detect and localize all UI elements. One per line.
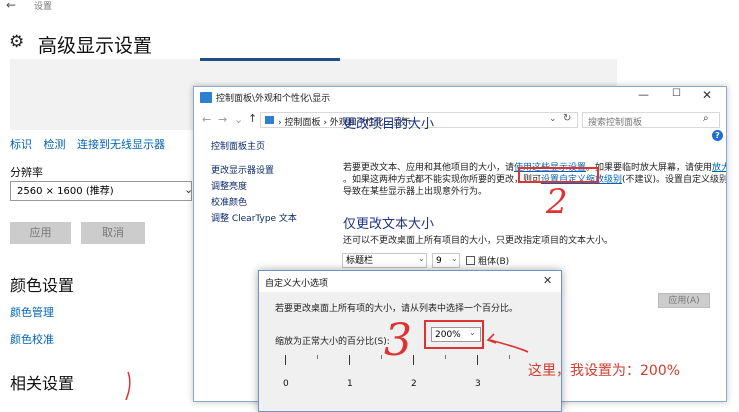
cancel-button[interactable]: 取消 [81,222,145,244]
close-icon[interactable]: ✕ [543,274,552,287]
up-arrow-icon[interactable]: ↑ [248,112,257,125]
item-dropdown[interactable]: 标题栏 [342,253,427,268]
ruler-tick [349,355,350,365]
help-icon[interactable]: ? [712,130,723,141]
bold-checkbox[interactable] [466,256,475,265]
text: (不建议)。设置自定义级别可能会 [622,175,726,185]
refresh-icon[interactable]: ↻ [563,113,571,124]
chevron-down-icon: ⌄ [418,254,425,263]
gear-icon: ⚙ [9,32,25,52]
ruler-minor-tick [381,355,382,359]
forward-arrow-icon[interactable]: → [218,113,227,126]
identify-link[interactable]: 标识 [10,138,32,151]
back-arrow-icon[interactable]: ← [6,0,16,12]
size-description-line3: 导致在某些显示器上出现意外行为。 [343,187,488,197]
search-placeholder: 搜索控制面板 [588,118,643,128]
control-panel-icon [265,116,274,124]
ruler-tick [285,355,286,365]
sidebar-item-brightness[interactable]: 调整亮度 [211,179,247,192]
ruler-label: 1 [347,379,353,389]
ruler-tick [413,355,414,365]
breadcrumb: 设置 [34,2,53,12]
page-title: 高级显示设置 [38,35,153,57]
back-arrow-icon[interactable]: ← [202,113,211,126]
ruler-tick [477,355,478,365]
ruler-minor-tick [317,355,318,359]
ruler-minor-tick [445,355,446,359]
related-settings-heading: 相关设置 [10,374,75,393]
chevron-down-icon: ⌄ [184,183,194,196]
control-panel-icon [200,92,212,103]
sidebar-item-calibrate-color[interactable]: 校准颜色 [211,195,247,208]
search-input[interactable]: 搜索控制面板 ⌕ [582,112,720,128]
display-links: 标识 检测 连接到无线显示器 [10,136,173,152]
color-management-link[interactable]: 颜色管理 [10,304,54,320]
annotation-note: 这里，我设置为：200% [528,363,681,379]
sidebar-item-cleartype[interactable]: 调整 ClearType 文本 [211,211,297,224]
ruler-minor-tick [509,355,510,359]
heading-change-size: 更改项目的大小 [343,117,435,132]
ruler-label: 0 [283,379,289,389]
dialog-titlebar[interactable]: 自定义大小选项 ✕ [259,271,561,292]
display-preview-monitor[interactable] [200,58,340,61]
maximize-icon[interactable]: ☐ [672,88,681,99]
annotation-highlight-custom-scaling [518,167,599,183]
sidebar-item-display-settings[interactable]: 更改显示器设置 [211,163,274,176]
custom-sizing-dialog: 自定义大小选项 ✕ 若要更改桌面上所有项的大小，请从列表中选择一个百分比。 缩放… [258,270,562,412]
annotation-stroke [125,371,131,400]
minimize-icon[interactable]: — [638,88,649,101]
sidebar-item-home[interactable]: 控制面板主页 [211,139,265,152]
scale-ruler[interactable]: 0 1 2 3 [279,355,551,395]
apply-button[interactable]: 应用 [10,222,71,244]
annotation-highlight-200-percent [424,320,484,349]
window-title: 控制面板\外观和个性化\显示 [216,94,331,104]
chevron-down-icon: ⌄ [451,254,458,263]
chevron-down-icon[interactable]: ⌄ [549,114,557,124]
color-calibration-link[interactable]: 颜色校准 [10,331,54,347]
scale-percent-label: 缩放为正常大小的百分比(S): [275,337,390,347]
resolution-dropdown[interactable]: 2560 × 1600 (推荐) [10,181,192,201]
search-icon[interactable]: ⌕ [703,113,709,124]
ruler-label: 3 [475,379,481,389]
resolution-label: 分辨率 [10,166,43,179]
heading-text-size: 仅更改文本大小 [343,217,435,232]
ruler-label: 2 [411,379,417,389]
detect-link[interactable]: 检测 [44,138,66,151]
recent-chevron-icon[interactable]: ⌄ [234,113,243,126]
window-titlebar[interactable]: 控制面板\外观和个性化\显示 — ☐ ✕ [194,87,726,109]
wireless-display-link[interactable]: 连接到无线显示器 [77,138,165,151]
text-size-description: 还可以不更改桌面上所有项目的大小，只更改指定项目的文本大小。 [343,236,614,246]
dialog-title: 自定义大小选项 [265,279,329,289]
color-settings-heading: 颜色设置 [10,276,75,295]
bold-label: 粗体(B) [478,257,510,267]
close-icon[interactable]: ✕ [702,88,712,102]
dialog-description: 若要更改桌面上所有项的大小，请从列表中选择一个百分比。 [275,304,519,314]
apply-button[interactable]: 应用(A) [658,293,710,308]
